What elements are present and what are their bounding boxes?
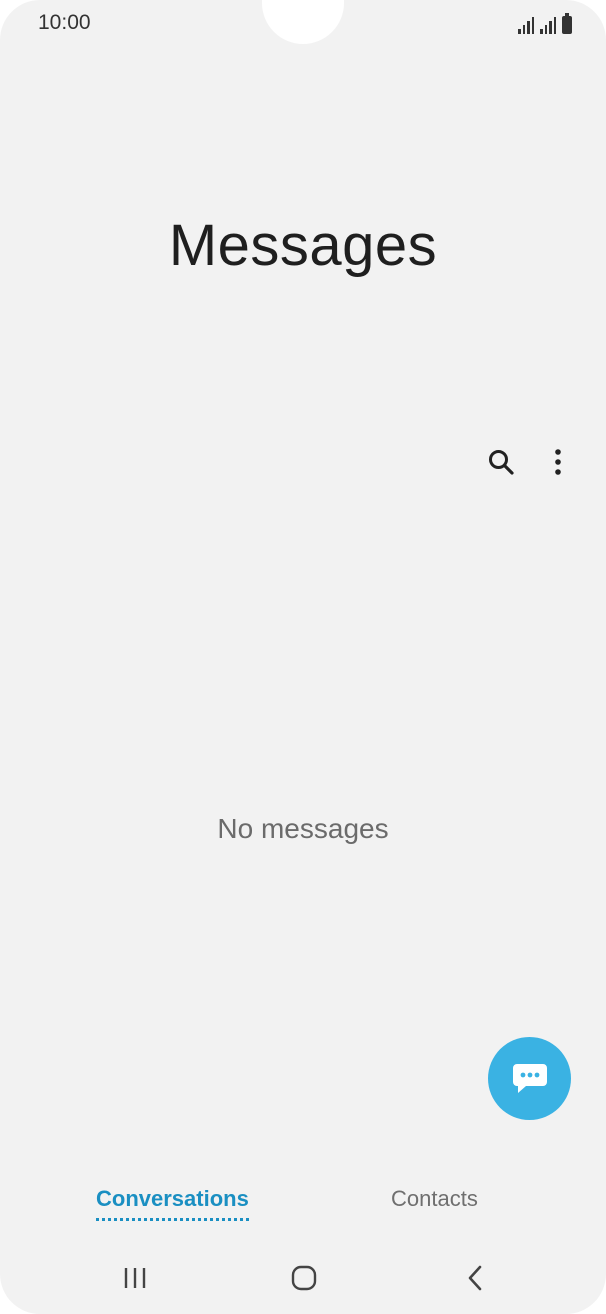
more-vertical-icon: [555, 449, 561, 475]
home-icon: [291, 1265, 317, 1291]
battery-icon: [562, 13, 572, 34]
signal-icon: [518, 16, 534, 34]
search-icon: [489, 450, 514, 475]
signal-icon: [540, 16, 556, 34]
camera-notch: [262, 0, 344, 44]
empty-state-text: No messages: [217, 813, 389, 844]
chat-bubble-icon: [512, 1063, 547, 1093]
recents-icon: [124, 1268, 146, 1288]
compose-message-button[interactable]: [488, 1037, 571, 1120]
back-button[interactable]: [455, 1258, 495, 1298]
page-title: Messages: [168, 213, 438, 278]
back-icon: [468, 1265, 482, 1291]
status-icons: [518, 12, 572, 34]
recents-button[interactable]: [115, 1258, 155, 1298]
tab-conversations[interactable]: Conversations: [96, 1186, 249, 1221]
more-options-button[interactable]: [538, 442, 578, 482]
home-button[interactable]: [284, 1258, 324, 1298]
status-time: 10:00: [38, 11, 91, 34]
search-button[interactable]: [481, 442, 521, 482]
tab-contacts[interactable]: Contacts: [391, 1186, 478, 1212]
phone-screen: 10:00 Messages No messages Conversations…: [0, 0, 606, 1314]
